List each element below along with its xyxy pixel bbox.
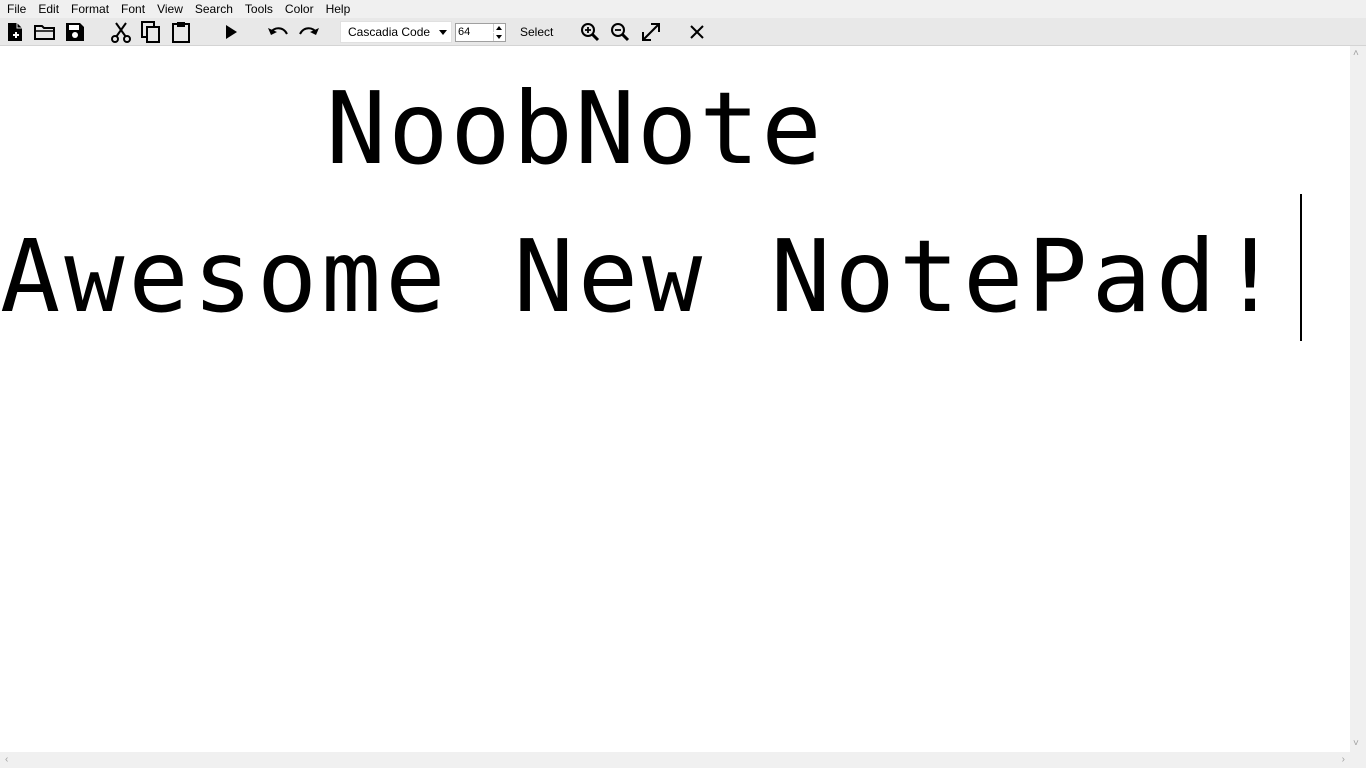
spin-up-icon[interactable] bbox=[493, 24, 505, 32]
menu-font[interactable]: Font bbox=[115, 0, 151, 18]
menu-color[interactable]: Color bbox=[279, 0, 320, 18]
zoom-in-icon bbox=[581, 23, 600, 42]
menu-help[interactable]: Help bbox=[320, 0, 357, 18]
text-caret bbox=[1300, 194, 1302, 341]
scroll-right-icon[interactable]: › bbox=[1342, 755, 1345, 765]
scroll-down-icon[interactable]: ˅ bbox=[1353, 739, 1359, 749]
paste-button[interactable] bbox=[169, 21, 193, 43]
close-button[interactable] bbox=[685, 21, 709, 43]
open-file-button[interactable] bbox=[33, 21, 57, 43]
redo-button[interactable] bbox=[297, 21, 321, 43]
menu-search[interactable]: Search bbox=[189, 0, 239, 18]
copy-button[interactable] bbox=[139, 21, 163, 43]
fullscreen-button[interactable] bbox=[639, 21, 663, 43]
spin-down-icon[interactable] bbox=[493, 33, 505, 41]
fullscreen-icon bbox=[642, 23, 660, 41]
open-folder-icon bbox=[34, 25, 55, 40]
menu-format[interactable]: Format bbox=[65, 0, 115, 18]
menu-edit[interactable]: Edit bbox=[32, 0, 65, 18]
editor-content: NoobNote Awesome New NotePad! bbox=[0, 46, 1350, 752]
run-icon bbox=[226, 25, 237, 39]
run-button[interactable] bbox=[219, 21, 243, 43]
font-size-spinner[interactable]: 64 bbox=[455, 23, 506, 42]
new-file-icon bbox=[8, 23, 22, 41]
zoom-out-icon bbox=[611, 23, 630, 42]
font-size-value: 64 bbox=[458, 26, 471, 38]
scrollbar-corner bbox=[1350, 752, 1366, 768]
menu-bar: File Edit Format Font View Search Tools … bbox=[0, 0, 1366, 18]
paste-icon bbox=[172, 22, 190, 43]
chevron-down-icon bbox=[439, 30, 447, 35]
editor-line-2: Awesome New NotePad! bbox=[0, 218, 1285, 335]
close-icon bbox=[690, 25, 704, 39]
font-family-value: Cascadia Code bbox=[348, 25, 431, 39]
cut-icon bbox=[111, 22, 131, 43]
zoom-out-button[interactable] bbox=[608, 21, 632, 43]
menu-file[interactable]: File bbox=[0, 0, 32, 18]
font-family-select[interactable]: Cascadia Code bbox=[340, 21, 452, 43]
undo-button[interactable] bbox=[266, 21, 290, 43]
vertical-scrollbar[interactable]: ˄ ˅ bbox=[1350, 46, 1366, 752]
save-button[interactable] bbox=[63, 21, 87, 43]
new-file-button[interactable] bbox=[3, 21, 27, 43]
horizontal-scrollbar[interactable]: ‹ › bbox=[0, 752, 1350, 768]
cut-button[interactable] bbox=[109, 21, 133, 43]
zoom-in-button[interactable] bbox=[578, 21, 602, 43]
redo-icon bbox=[299, 27, 319, 35]
undo-icon bbox=[268, 27, 288, 35]
save-icon bbox=[66, 23, 84, 41]
toolbar bbox=[0, 18, 1366, 46]
scroll-up-icon[interactable]: ˄ bbox=[1353, 49, 1359, 59]
menu-view[interactable]: View bbox=[151, 0, 189, 18]
select-button[interactable]: Select bbox=[512, 21, 561, 43]
menu-tools[interactable]: Tools bbox=[239, 0, 279, 18]
text-editor[interactable]: NoobNote Awesome New NotePad! bbox=[0, 46, 1350, 752]
scroll-left-icon[interactable]: ‹ bbox=[5, 755, 8, 765]
copy-icon bbox=[141, 21, 160, 43]
editor-line-1: NoobNote bbox=[326, 70, 824, 187]
